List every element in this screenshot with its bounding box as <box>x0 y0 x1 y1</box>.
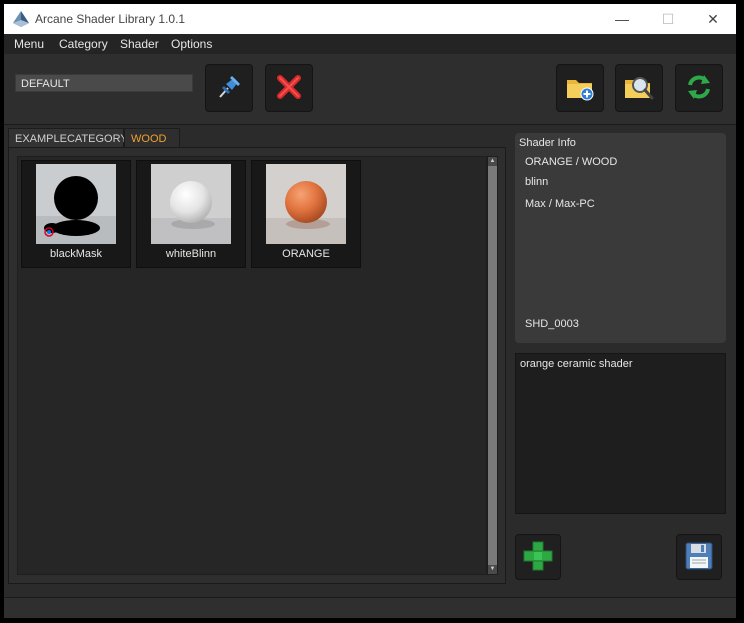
refresh-button[interactable] <box>675 64 723 112</box>
orange-sphere-thumbnail <box>266 164 346 244</box>
shader-grid-panel: blackMask whiteBlinn ORANGE ▲ ▼ <box>8 147 506 584</box>
delete-x-icon <box>275 73 303 104</box>
refresh-icon <box>684 72 714 105</box>
menu-item-category[interactable]: Category <box>59 37 108 51</box>
title-bar: Arcane Shader Library 1.0.1 — ☐ ✕ <box>4 4 736 34</box>
add-shader-button[interactable] <box>515 534 561 580</box>
pin-button[interactable] <box>205 64 253 112</box>
shader-card-whiteblinn[interactable]: whiteBlinn <box>136 160 246 268</box>
delete-button[interactable] <box>265 64 313 112</box>
search-folder-button[interactable] <box>615 64 663 112</box>
shader-card-orange[interactable]: ORANGE <box>251 160 361 268</box>
white-sphere-thumbnail <box>151 164 231 244</box>
maximize-icon: ☐ <box>661 10 675 27</box>
save-disk-icon <box>683 540 715 575</box>
shader-info-panel: Shader Info ORANGE / WOOD blinn Max / Ma… <box>515 133 726 343</box>
shader-description[interactable]: orange ceramic shader <box>515 353 726 514</box>
shader-id: SHD_0003 <box>525 318 579 330</box>
minimize-button[interactable]: — <box>599 4 645 34</box>
folder-add-icon <box>564 72 596 105</box>
minimize-icon: — <box>615 11 629 27</box>
toolbar: DEFAULT <box>4 54 736 125</box>
shader-name: whiteBlinn <box>165 248 217 260</box>
preset-field[interactable]: DEFAULT <box>15 74 193 92</box>
menu-item-menu[interactable]: Menu <box>14 37 44 51</box>
pyramid-icon <box>12 10 30 28</box>
shader-renderer: Max / Max-PC <box>525 198 595 210</box>
close-button[interactable]: ✕ <box>690 4 736 34</box>
shader-grid: blackMask whiteBlinn ORANGE <box>17 156 487 575</box>
menu-item-shader[interactable]: Shader <box>120 37 159 51</box>
shader-card-blackmask[interactable]: blackMask <box>21 160 131 268</box>
status-bar <box>4 597 736 618</box>
scroll-up-arrow-icon[interactable]: ▲ <box>488 157 497 166</box>
close-icon: ✕ <box>707 10 719 27</box>
shader-name: ORANGE <box>282 248 330 260</box>
add-plus-icon <box>521 539 555 576</box>
grid-scrollbar[interactable]: ▲ ▼ <box>487 156 498 575</box>
add-folder-button[interactable] <box>556 64 604 112</box>
shader-material-type: blinn <box>525 176 549 188</box>
shader-name: blackMask <box>50 248 102 260</box>
folder-search-icon <box>623 72 655 105</box>
app-window: Arcane Shader Library 1.0.1 — ☐ ✕ Menu C… <box>4 4 736 618</box>
menu-bar: Menu Category Shader Options <box>4 34 736 54</box>
tab-examplecategory[interactable]: EXAMPLECATEGORY <box>8 128 128 148</box>
save-button[interactable] <box>676 534 722 580</box>
shader-info-header: Shader Info <box>519 137 576 149</box>
menu-item-options[interactable]: Options <box>171 37 212 51</box>
black-sphere-thumbnail <box>36 164 116 244</box>
window-title: Arcane Shader Library 1.0.1 <box>35 12 186 26</box>
pin-icon <box>214 72 244 105</box>
scroll-down-arrow-icon[interactable]: ▼ <box>488 565 497 574</box>
tab-wood[interactable]: WOOD <box>124 128 180 148</box>
maximize-button[interactable]: ☐ <box>645 4 691 34</box>
shader-name-category: ORANGE / WOOD <box>525 156 618 168</box>
